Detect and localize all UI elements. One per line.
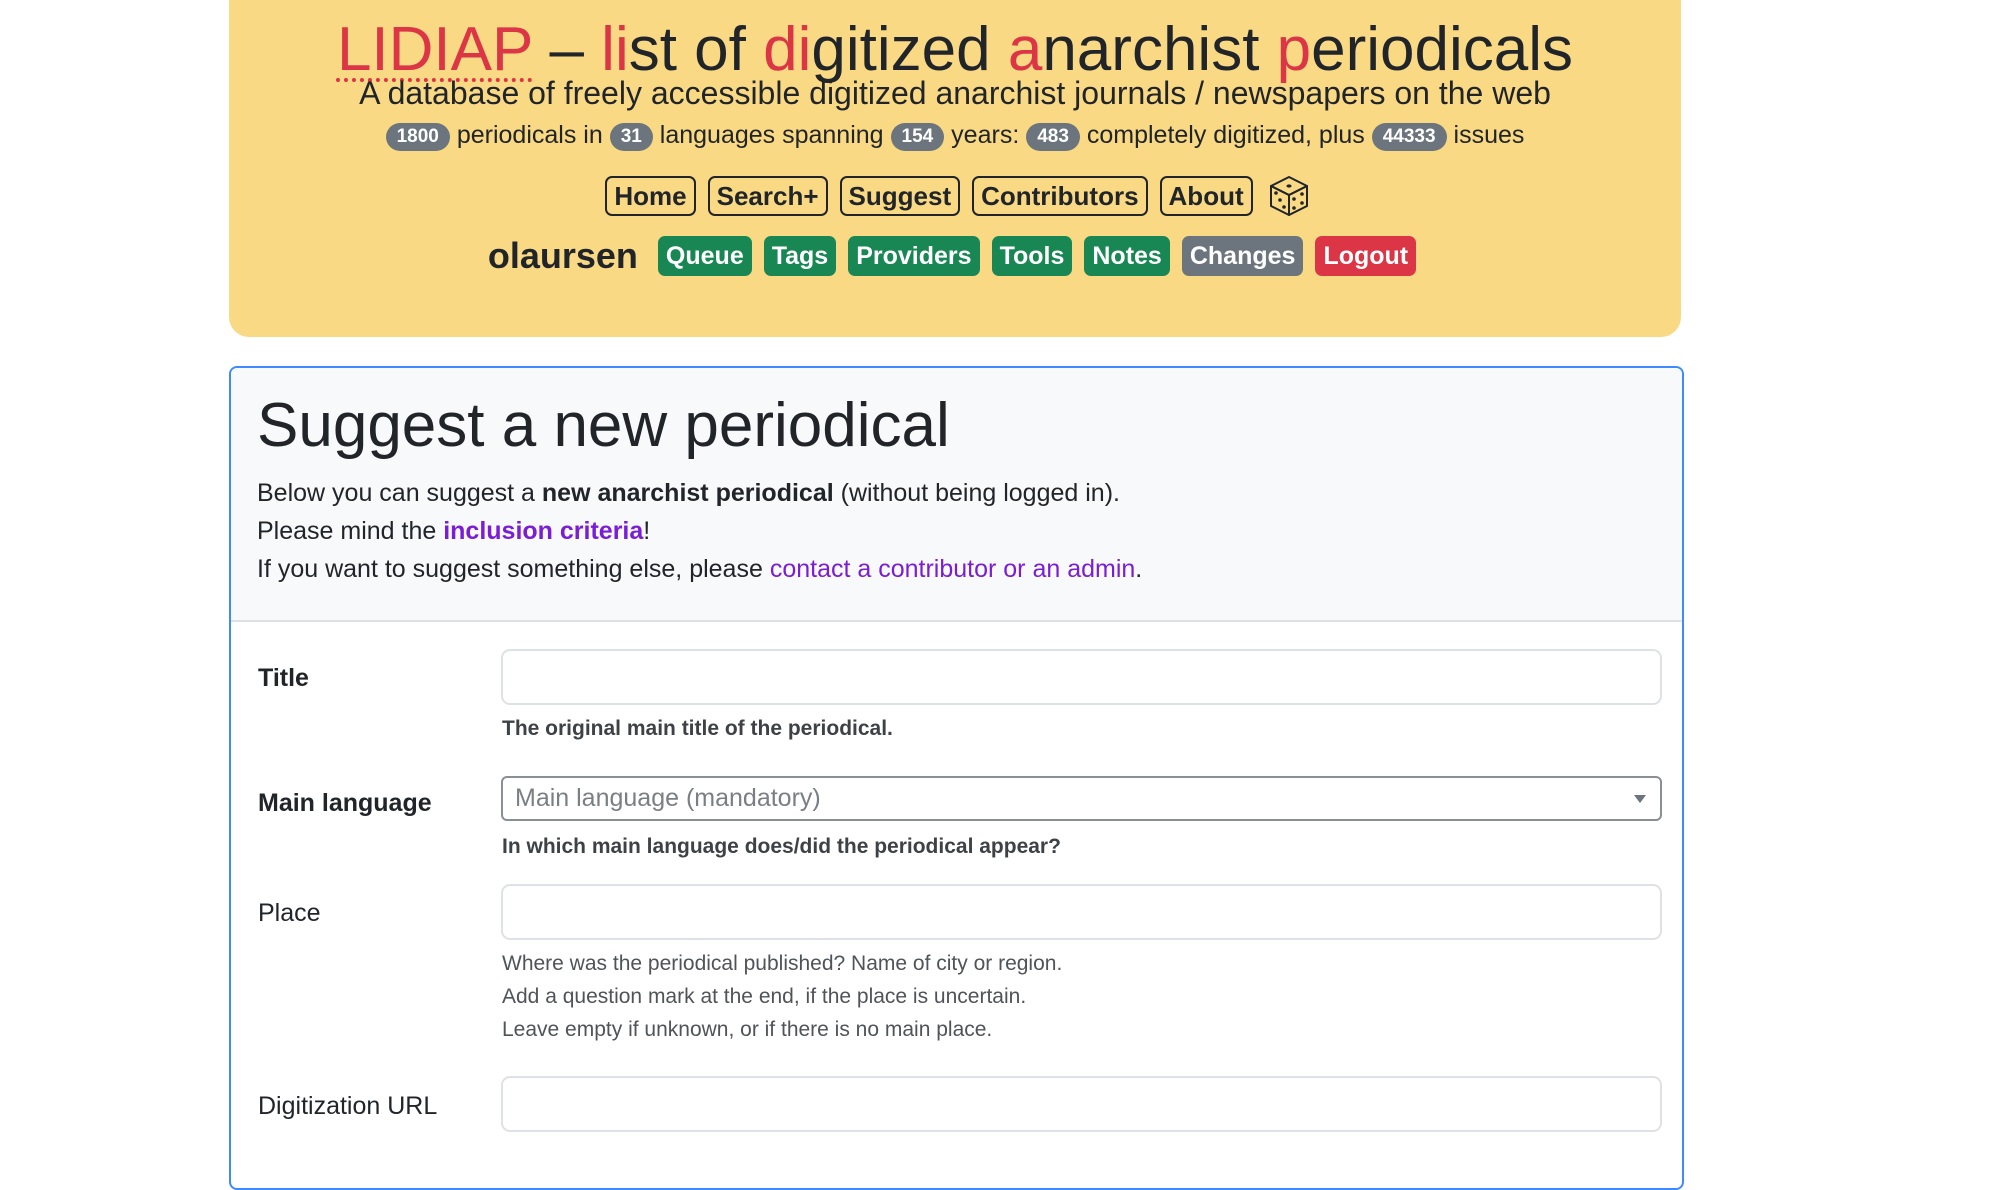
title-help: The original main title of the periodica… (502, 717, 893, 740)
logout-button[interactable]: Logout (1315, 236, 1417, 276)
place-help-3: Leave empty if unknown, or if there is n… (502, 1018, 993, 1041)
providers-button[interactable]: Providers (848, 236, 980, 276)
chevron-down-icon (1634, 795, 1646, 803)
contact-link[interactable]: contact a contributor or an admin (770, 555, 1135, 583)
title-input[interactable] (501, 649, 1662, 705)
languages-count-badge: 31 (609, 123, 653, 151)
language-select[interactable]: Main language (mandatory) (501, 776, 1662, 821)
url-label: Digitization URL (258, 1092, 438, 1120)
complete-count-badge: 483 (1026, 123, 1080, 151)
periodicals-count-badge: 1800 (385, 123, 450, 151)
site-header: LIDIAP – list of digitized anarchist per… (229, 0, 1681, 337)
notes-button[interactable]: Notes (1084, 236, 1170, 276)
place-input[interactable] (501, 884, 1662, 940)
site-subtitle: A database of freely accessible digitize… (359, 75, 1551, 111)
place-label: Place (258, 899, 321, 927)
nav-search-button[interactable]: Search+ (707, 176, 828, 216)
changes-button[interactable]: Changes (1181, 236, 1304, 276)
inclusion-criteria-link[interactable]: inclusion criteria (443, 517, 643, 545)
suggest-card: Suggest a new periodical Below you can s… (229, 366, 1684, 1190)
card-header: Suggest a new periodical Below you can s… (231, 368, 1682, 622)
nav-home-button[interactable]: Home (605, 176, 696, 216)
dice-icon[interactable] (1267, 174, 1311, 218)
tags-button[interactable]: Tags (763, 236, 837, 276)
username: olaursen (487, 235, 638, 276)
main-nav: Home Search+ Suggest Contributors About (229, 174, 1681, 218)
language-label: Main language (258, 789, 432, 817)
user-bar: olaursen Queue Tags Providers Tools Note… (229, 234, 1681, 278)
tools-button[interactable]: Tools (991, 236, 1073, 276)
language-help: In which main language does/did the peri… (502, 835, 1061, 858)
page-title: Suggest a new periodical (257, 391, 950, 460)
issues-count-badge: 44333 (1371, 123, 1447, 151)
nav-contributors-button[interactable]: Contributors (972, 176, 1148, 216)
nav-about-button[interactable]: About (1159, 176, 1253, 216)
title-label: Title (258, 664, 309, 692)
nav-suggest-button[interactable]: Suggest (839, 176, 961, 216)
place-help-1: Where was the periodical published? Name… (502, 952, 1063, 975)
url-input[interactable] (501, 1076, 1662, 1132)
stats-line: 1800 periodicals in 31 languages spannin… (229, 118, 1681, 152)
place-help-2: Add a question mark at the end, if the p… (502, 985, 1027, 1008)
years-count-badge: 154 (890, 123, 945, 151)
queue-button[interactable]: Queue (657, 236, 752, 276)
intro-text: Below you can suggest a new anarchist pe… (257, 479, 1143, 583)
